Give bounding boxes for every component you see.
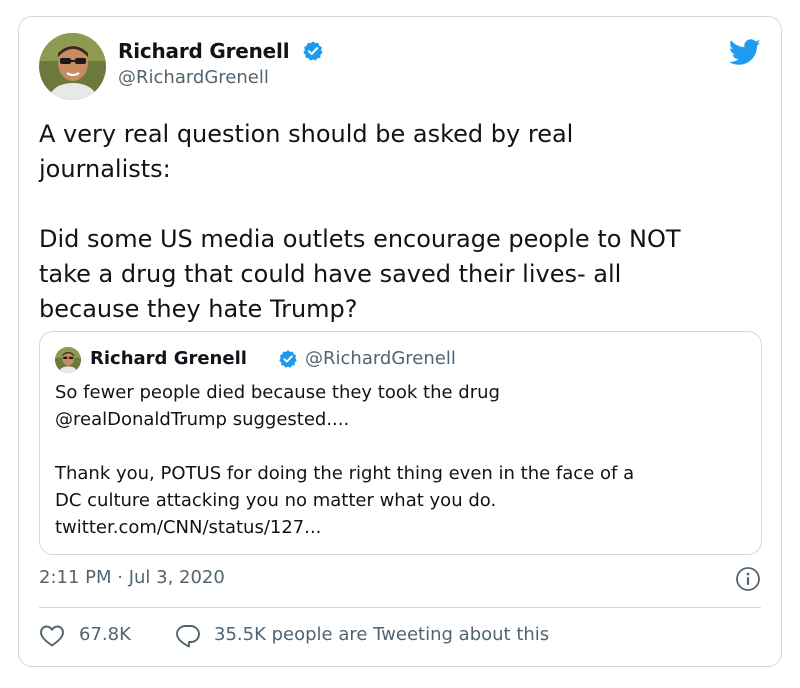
- divider: [39, 607, 761, 608]
- tweeting-about-text: 35.5K people are Tweeting about this: [214, 624, 550, 645]
- author-avatar[interactable]: [39, 33, 106, 100]
- quoted-tweet[interactable]: Richard Grenell @RichardGrenell So fewer…: [39, 331, 762, 555]
- quoted-tweet-text: So fewer people died because they took t…: [55, 382, 635, 538]
- verified-badge-icon: [302, 40, 324, 62]
- author-name[interactable]: Richard Grenell: [118, 39, 290, 63]
- tweet-text: A very real question should be asked by …: [39, 120, 681, 323]
- info-icon[interactable]: [735, 566, 761, 592]
- twitter-bird-icon[interactable]: [728, 39, 761, 66]
- speech-bubble-icon: [174, 623, 202, 649]
- like-count: 67.8K: [79, 624, 131, 645]
- author-handle[interactable]: @RichardGrenell: [118, 67, 269, 88]
- like-button[interactable]: 67.8K: [39, 622, 169, 650]
- quoted-author-name: Richard Grenell: [90, 348, 247, 369]
- tweeting-about-link[interactable]: 35.5K people are Tweeting about this: [174, 622, 654, 650]
- tweet-timestamp[interactable]: 2:11 PM · Jul 3, 2020: [39, 567, 225, 588]
- tweet-card[interactable]: Richard Grenell @RichardGrenell A very r…: [18, 16, 782, 667]
- quoted-author-handle: @RichardGrenell: [305, 348, 456, 369]
- verified-badge-icon: [278, 349, 298, 369]
- quoted-author-avatar: [55, 347, 81, 373]
- heart-icon: [39, 624, 65, 648]
